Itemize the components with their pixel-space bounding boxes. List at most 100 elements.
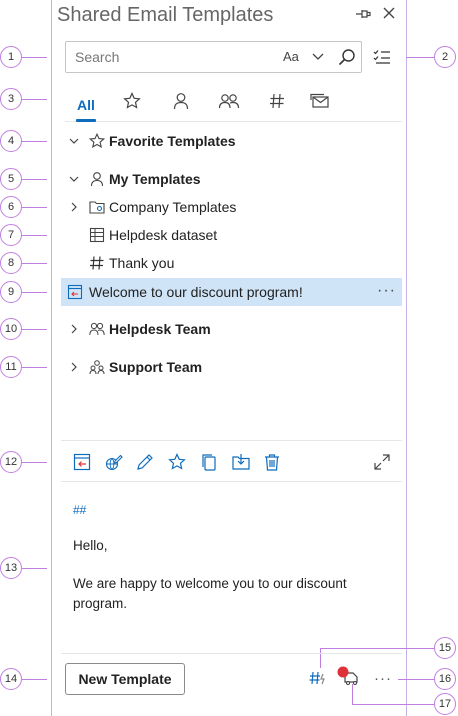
hash-icon[interactable] [269, 92, 285, 110]
callout-14: 14 [0, 668, 22, 690]
callout-6: 6 [0, 196, 22, 218]
callout-2: 2 [434, 46, 456, 68]
tree-label: Thank you [109, 255, 175, 271]
callout-1: 1 [0, 46, 22, 68]
pin-icon[interactable] [355, 7, 371, 21]
move-to-folder-icon[interactable] [232, 453, 250, 471]
folder-shared-icon [89, 201, 105, 214]
hash-icon [90, 256, 104, 270]
callout-leader [320, 648, 321, 668]
callout-leader [398, 679, 434, 680]
callout-leader [22, 292, 47, 293]
callout-13: 13 [0, 557, 22, 579]
template-preview: ## Hello, We are happy to welcome you to… [73, 500, 393, 614]
macro-marker: ## [73, 503, 87, 517]
preview-greeting: Hello, [73, 538, 108, 553]
callout-16: 16 [434, 668, 456, 690]
callout-8: 8 [0, 252, 22, 274]
callout-leader [22, 99, 47, 100]
tree-node-helpdesk-dataset[interactable]: Helpdesk dataset [61, 221, 402, 249]
tree-label: Helpdesk Team [109, 321, 211, 337]
tree-node-company-templates[interactable]: Company Templates [61, 193, 402, 221]
callout-leader [352, 684, 353, 704]
tree-label: Company Templates [109, 199, 237, 215]
callout-9: 9 [0, 281, 22, 303]
panel-left-border [51, 0, 52, 716]
panel-right-border [406, 0, 407, 716]
callout-leader [22, 57, 47, 58]
tree-label: Welcome to our discount program! [89, 284, 303, 300]
callout-17: 17 [434, 693, 456, 715]
person-icon[interactable] [172, 92, 190, 110]
more-options-icon[interactable]: ··· [374, 670, 392, 687]
callout-3: 3 [0, 88, 22, 110]
chevron-down-icon[interactable] [311, 51, 325, 63]
callout-leader [22, 235, 47, 236]
tree-node-support-team[interactable]: Support Team [61, 353, 402, 381]
tree-node-favorite-templates[interactable]: Favorite Templates [61, 127, 402, 155]
tree-node-helpdesk-team[interactable]: Helpdesk Team [61, 315, 402, 343]
more-options-icon[interactable]: ··· [377, 282, 396, 300]
match-case-toggle[interactable]: Aa [283, 49, 299, 64]
edit-shared-icon[interactable] [105, 453, 123, 471]
team-group-icon [89, 360, 105, 375]
callout-leader [320, 648, 434, 649]
copy-icon[interactable] [200, 453, 218, 471]
category-tabs: All [65, 88, 402, 122]
callout-leader [406, 57, 434, 58]
checklist-filter-icon[interactable] [373, 49, 391, 65]
chevron-right-icon[interactable] [69, 324, 79, 334]
tree-label: Support Team [109, 359, 203, 375]
callout-10: 10 [0, 318, 22, 340]
callout-leader [22, 679, 47, 680]
delete-icon[interactable] [263, 453, 281, 471]
people-icon[interactable] [218, 92, 240, 110]
callout-leader [22, 179, 47, 180]
tree-node-thank-you[interactable]: Thank you [61, 249, 402, 277]
preview-body: We are happy to welcome you to our disco… [73, 576, 347, 611]
active-tab-indicator [76, 119, 96, 122]
footer-divider [61, 653, 402, 654]
envelope-stack-icon[interactable] [310, 92, 330, 110]
tree-node-welcome-selected[interactable]: Welcome to our discount program! ··· [61, 278, 402, 306]
callout-leader [22, 263, 47, 264]
expand-icon[interactable] [373, 453, 391, 471]
insert-template-icon[interactable] [73, 453, 91, 471]
search-box: Aa [65, 41, 362, 73]
star-icon[interactable] [168, 453, 186, 471]
chevron-down-icon[interactable] [69, 174, 79, 184]
callout-leader [22, 367, 47, 368]
close-icon[interactable] [382, 6, 396, 20]
chevron-down-icon[interactable] [69, 136, 79, 146]
chevron-right-icon[interactable] [69, 202, 79, 212]
person-icon [90, 172, 104, 187]
callout-leader [22, 462, 47, 463]
callout-leader [22, 329, 47, 330]
chevron-right-icon[interactable] [69, 362, 79, 372]
hash-macro-icon[interactable] [309, 670, 327, 686]
star-icon [89, 133, 105, 149]
new-template-button[interactable]: New Template [65, 663, 185, 695]
star-icon[interactable] [123, 92, 141, 110]
edit-pencil-icon[interactable] [136, 453, 154, 471]
callout-12: 12 [0, 451, 22, 473]
tree-node-my-templates[interactable]: My Templates [61, 165, 402, 193]
search-icon[interactable] [338, 48, 356, 66]
callout-11: 11 [0, 356, 22, 378]
callout-leader [352, 704, 434, 705]
tab-all[interactable]: All [73, 88, 99, 121]
template-insert-icon [67, 284, 83, 300]
panel-title: Shared Email Templates [57, 4, 274, 26]
callout-7: 7 [0, 224, 22, 246]
callout-leader [22, 568, 47, 569]
tree-label: Favorite Templates [109, 133, 236, 149]
callout-4: 4 [0, 130, 22, 152]
dataset-table-icon [89, 227, 105, 243]
template-actions-toolbar [61, 440, 402, 482]
people-icon [89, 322, 105, 336]
search-input[interactable] [75, 49, 265, 65]
notification-truck-icon[interactable] [336, 666, 360, 686]
callout-leader [22, 141, 47, 142]
callout-5: 5 [0, 168, 22, 190]
callout-15: 15 [434, 637, 456, 659]
